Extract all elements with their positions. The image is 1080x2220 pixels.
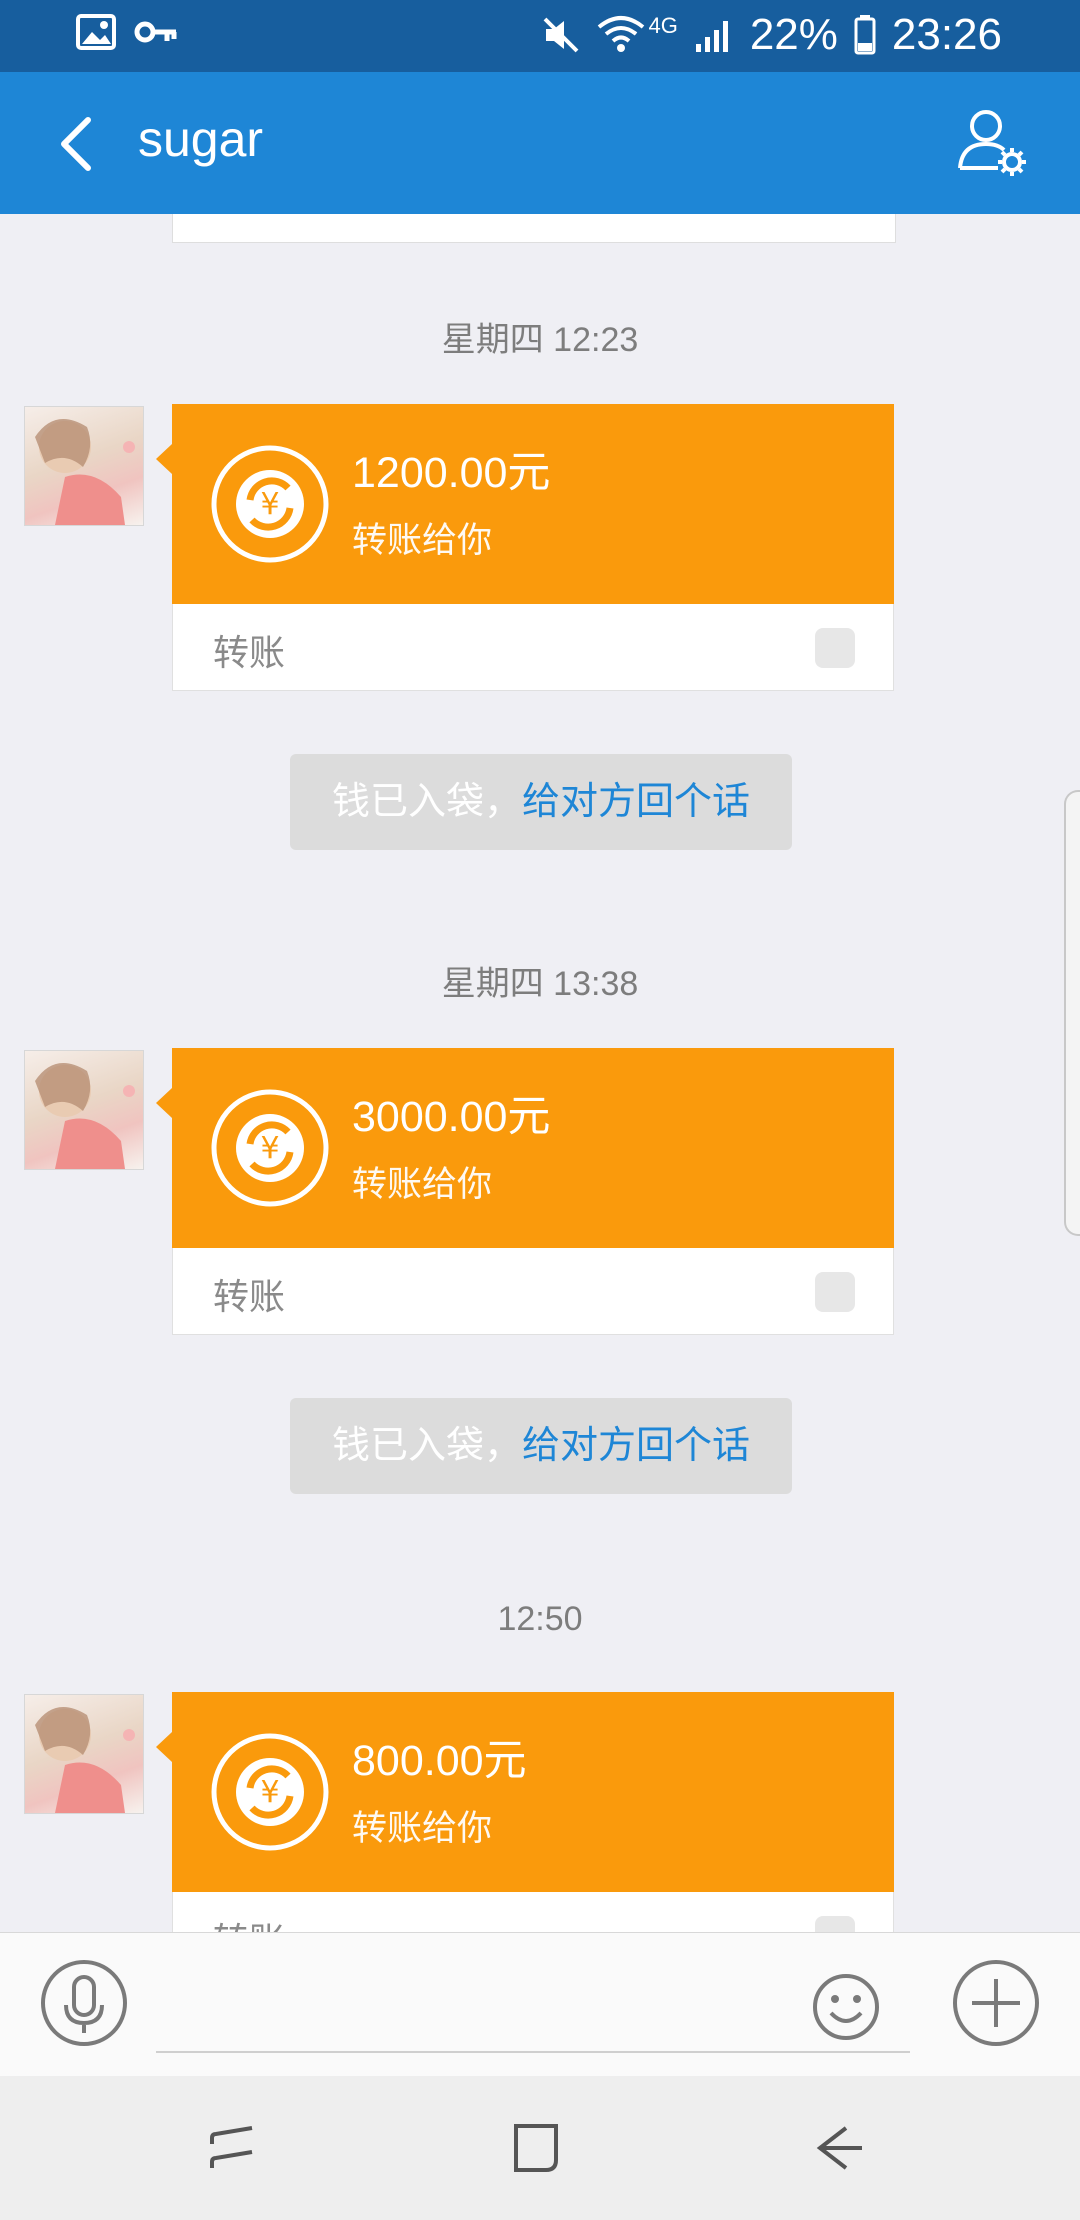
transfer-amount: 3000.00元 bbox=[352, 1093, 551, 1141]
transfer-card[interactable]: ¥ 800.00元 转账给你 转账 bbox=[156, 1692, 894, 1932]
message-timestamp: 12:50 bbox=[497, 1600, 583, 1638]
system-nav-bar bbox=[0, 2076, 1080, 2220]
chat-header: sugar bbox=[0, 72, 1080, 214]
key-icon bbox=[134, 21, 177, 43]
avatar[interactable] bbox=[24, 1694, 144, 1814]
svg-text:¥: ¥ bbox=[260, 487, 279, 522]
status-time: 23:26 bbox=[891, 10, 1002, 59]
transfer-description: 转账给你 bbox=[352, 1809, 493, 1848]
battery-icon bbox=[854, 15, 876, 55]
message-timestamp: 星期四 12:23 bbox=[441, 321, 639, 359]
avatar[interactable] bbox=[24, 406, 144, 526]
transfer-label: 转账 bbox=[213, 1912, 285, 1932]
reply-link[interactable]: 给对方回个话 bbox=[522, 781, 750, 823]
emoji-icon[interactable] bbox=[812, 1973, 880, 2041]
svg-text:¥: ¥ bbox=[260, 1775, 279, 1810]
transfer-coin-icon: ¥ bbox=[211, 445, 329, 563]
reply-link[interactable]: 给对方回个话 bbox=[522, 1425, 750, 1467]
received-notice: 钱已入袋，给对方回个话 bbox=[290, 754, 792, 850]
transfer-description: 转账给你 bbox=[352, 521, 493, 560]
mute-icon bbox=[544, 17, 579, 53]
alipay-icon bbox=[815, 628, 855, 668]
message-input[interactable] bbox=[156, 2051, 910, 2053]
notice-text: 钱已入袋， bbox=[331, 1425, 522, 1467]
wifi-icon bbox=[598, 16, 645, 52]
transfer-card[interactable]: ¥ 1200.00元 转账给你 转账 bbox=[156, 404, 894, 691]
received-notice: 钱已入袋，给对方回个话 bbox=[290, 1398, 792, 1494]
avatar[interactable] bbox=[24, 1050, 144, 1170]
profile-settings-icon[interactable] bbox=[954, 104, 1032, 182]
home-icon[interactable] bbox=[508, 2120, 564, 2176]
notice-text: 钱已入袋， bbox=[331, 781, 522, 823]
alipay-icon bbox=[815, 1916, 855, 1932]
network-type: 4G bbox=[648, 13, 678, 38]
transfer-amount: 800.00元 bbox=[352, 1737, 527, 1785]
back-arrow-icon[interactable] bbox=[44, 108, 116, 180]
transfer-card[interactable]: ¥ 3000.00元 转账给你 转账 bbox=[156, 1048, 894, 1335]
signal-icon bbox=[695, 21, 728, 52]
alipay-icon bbox=[815, 1272, 855, 1312]
recent-apps-icon[interactable] bbox=[206, 2120, 262, 2176]
transfer-description: 转账给你 bbox=[352, 1165, 493, 1204]
previous-message-card[interactable] bbox=[172, 214, 896, 243]
battery-percent: 22% bbox=[749, 10, 838, 59]
microphone-icon[interactable] bbox=[40, 1959, 128, 2047]
transfer-label: 转账 bbox=[213, 1276, 286, 1317]
chat-message-list[interactable]: 星期四 12:23 ¥ 1200.00元 转账给你 转账 钱已入袋，给对方回个话 bbox=[0, 214, 1080, 1932]
scroll-handle[interactable] bbox=[1064, 790, 1080, 1236]
transfer-coin-icon: ¥ bbox=[211, 1089, 329, 1207]
plus-icon[interactable] bbox=[952, 1959, 1040, 2047]
chat-title: sugar bbox=[138, 111, 264, 167]
svg-text:¥: ¥ bbox=[260, 1131, 279, 1166]
transfer-amount: 1200.00元 bbox=[352, 449, 551, 497]
back-icon[interactable] bbox=[812, 2120, 868, 2176]
message-input-bar bbox=[0, 1932, 1080, 2077]
transfer-coin-icon: ¥ bbox=[211, 1733, 329, 1851]
transfer-label: 转账 bbox=[213, 632, 286, 673]
image-icon bbox=[76, 14, 116, 50]
status-bar: 4G 22% 23:26 bbox=[0, 0, 1080, 72]
message-timestamp: 星期四 13:38 bbox=[441, 965, 639, 1003]
